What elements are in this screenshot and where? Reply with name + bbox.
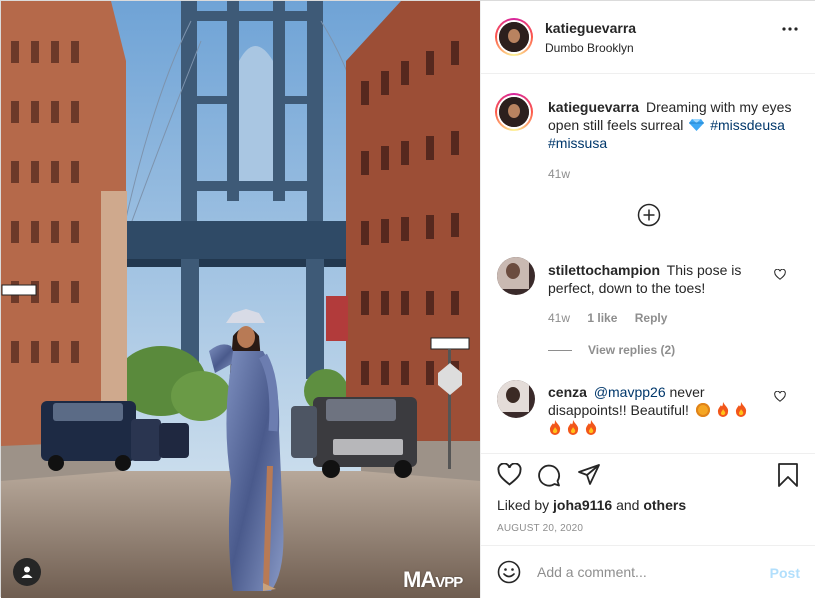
heart-icon[interactable] <box>774 269 786 280</box>
more-options-icon[interactable] <box>782 27 798 31</box>
liked-by-user[interactable]: joha9116 <box>553 497 612 513</box>
caption-meta: 41w <box>548 167 584 181</box>
plus-circle-icon[interactable] <box>637 203 661 227</box>
fire-emoji-icon <box>735 402 746 417</box>
caption-avatar[interactable] <box>495 93 533 131</box>
hashtag-missusa[interactable]: #missusa <box>548 135 607 151</box>
fire-emoji-icon <box>585 420 596 435</box>
comment-text: stilettochampion This pose is perfect, d… <box>548 261 763 297</box>
caption-age[interactable]: 41w <box>548 167 570 181</box>
heart-icon[interactable] <box>774 391 786 402</box>
comment-avatar[interactable] <box>497 380 535 418</box>
comment-icon[interactable] <box>537 463 561 487</box>
star-struck-emoji-icon <box>695 403 710 417</box>
comment-text: cenza @mavpp26 never disappoints!! Beaut… <box>548 383 753 437</box>
view-replies-button[interactable]: View replies (2) <box>548 343 675 357</box>
comment-input[interactable] <box>537 561 737 583</box>
hashtag-missdeusa[interactable]: #missdeusa <box>710 117 785 133</box>
liked-by-prefix: Liked by <box>497 497 550 513</box>
bookmark-icon[interactable] <box>777 463 799 487</box>
comments-list: katieguevarra Dreaming with my eyes open… <box>481 75 815 453</box>
smiley-icon[interactable] <box>497 560 521 584</box>
photo-watermark: MAVPP <box>403 567 463 593</box>
photo-scene <box>1 1 480 598</box>
post-header: katieguevarra Dumbo Brooklyn <box>481 1 815 74</box>
replies-divider <box>548 349 572 351</box>
post-dialog: MAVPP katieguevarra Dumbo Brooklyn katie… <box>0 0 815 598</box>
avatar-image <box>497 257 529 289</box>
fire-emoji-icon <box>567 420 579 435</box>
post-comment-button[interactable]: Post <box>770 565 800 581</box>
post-actions: Liked by joha9116 and others AUGUST 20, … <box>481 453 815 545</box>
liked-by-and: and <box>616 497 640 513</box>
heart-icon[interactable] <box>497 463 522 486</box>
avatar-image <box>497 380 529 412</box>
avatar-image <box>499 97 529 127</box>
view-replies-label: View replies (2) <box>588 343 676 357</box>
gem-emoji-icon <box>689 119 705 131</box>
caption-username[interactable]: katieguevarra <box>548 99 639 115</box>
post-photo[interactable]: MAVPP <box>1 1 480 598</box>
avatar-image <box>499 22 529 52</box>
comment-likes[interactable]: 1 like <box>587 311 617 325</box>
fire-emoji-icon <box>549 420 561 435</box>
author-avatar[interactable] <box>495 18 533 56</box>
watermark-main: MA <box>403 567 436 592</box>
reply-button[interactable]: Reply <box>635 311 668 325</box>
caption-text: katieguevarra Dreaming with my eyes open… <box>548 98 798 152</box>
comment-username[interactable]: cenza <box>548 384 587 400</box>
post-date[interactable]: AUGUST 20, 2020 <box>497 523 583 534</box>
post-location[interactable]: Dumbo Brooklyn <box>545 41 634 55</box>
post-side-panel: katieguevarra Dumbo Brooklyn katieguevar… <box>480 1 815 598</box>
paper-plane-icon[interactable] <box>577 463 601 487</box>
fire-emoji-icon <box>717 402 728 417</box>
user-tag-icon <box>21 566 33 578</box>
author-username[interactable]: katieguevarra <box>545 20 636 36</box>
comment-meta: 41w 1 like Reply <box>548 311 681 325</box>
comment-mention[interactable]: @mavpp26 <box>594 384 666 400</box>
comment-composer: Post <box>481 545 815 598</box>
comment-age[interactable]: 41w <box>548 311 570 325</box>
watermark-sub: VPP <box>435 574 463 591</box>
comment-username[interactable]: stilettochampion <box>548 262 660 278</box>
tag-button[interactable] <box>13 558 41 586</box>
liked-by-others[interactable]: others <box>643 497 686 513</box>
likes-summary: Liked by joha9116 and others <box>497 497 686 513</box>
comment-avatar[interactable] <box>497 257 535 295</box>
